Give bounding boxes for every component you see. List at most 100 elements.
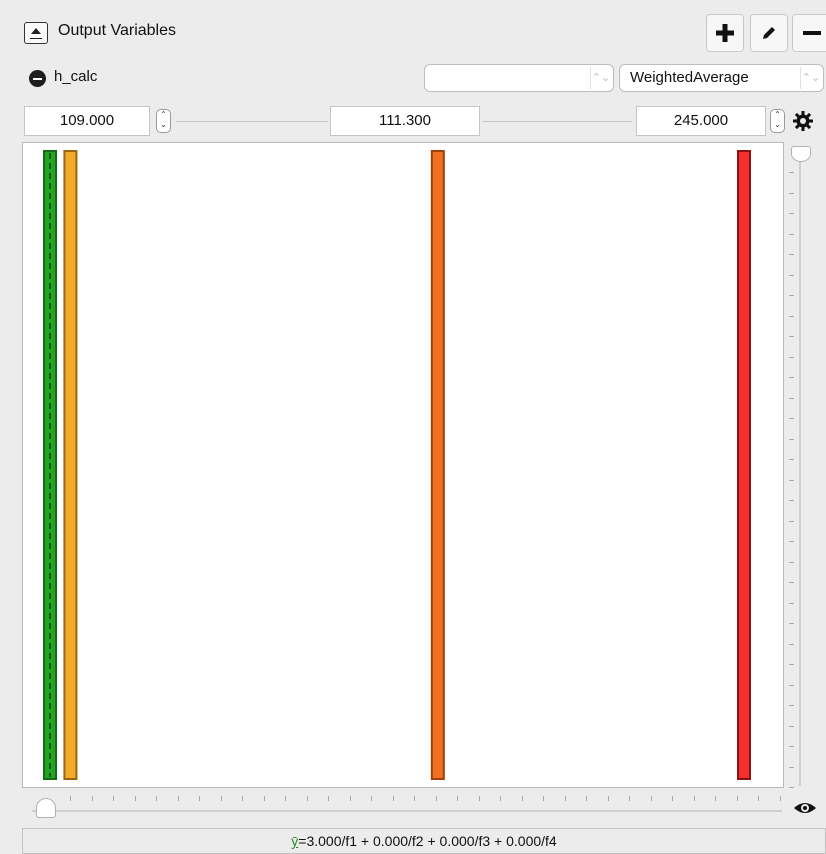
vertical-slider[interactable] — [786, 142, 816, 788]
vertical-slider-tick — [789, 356, 794, 358]
chevron-updown-icon: ⌃⌄ — [800, 67, 821, 89]
minus-icon — [803, 31, 821, 35]
vertical-slider-tick — [789, 602, 794, 604]
panel-title: Output Variables — [58, 22, 176, 39]
vertical-slider-tick — [789, 254, 794, 255]
plus-icon — [716, 24, 734, 42]
remove-button[interactable] — [792, 14, 826, 52]
horizontal-slider-tick — [156, 796, 157, 801]
horizontal-slider-tick — [564, 796, 566, 801]
horizontal-slider-tick — [220, 796, 222, 801]
remove-variable-icon[interactable] — [29, 70, 46, 87]
vertical-slider-tick — [789, 459, 794, 460]
eye-icon — [794, 803, 816, 813]
range-min-input[interactable]: 109.000 — [24, 106, 150, 136]
horizontal-slider-tick — [758, 796, 759, 801]
gear-icon — [793, 111, 813, 131]
vertical-slider-tick — [789, 787, 794, 788]
add-button[interactable] — [706, 14, 744, 52]
vertical-slider-tick — [789, 172, 794, 173]
term-bar-f4[interactable] — [737, 150, 751, 780]
panel-header: Output Variables — [0, 8, 826, 58]
vertical-slider-tick — [789, 582, 794, 583]
horizontal-slider-tick — [414, 796, 415, 801]
collapse-panel-icon[interactable] — [24, 22, 48, 44]
visibility-button[interactable] — [790, 795, 820, 821]
horizontal-slider-tick — [91, 796, 93, 801]
horizontal-slider-tick — [607, 796, 609, 801]
horizontal-slider-tick — [263, 796, 265, 801]
horizontal-slider-tick — [736, 796, 738, 801]
horizontal-slider-tick — [199, 796, 200, 801]
aggregation-select-value: WeightedAverage — [630, 69, 749, 86]
horizontal-slider-tick — [715, 796, 716, 801]
variable-row: h_calc ⌃⌄ WeightedAverage ⌃⌄ — [22, 62, 826, 94]
horizontal-slider-tick — [435, 796, 437, 801]
vertical-slider-tick — [789, 746, 794, 747]
range-line-right — [482, 121, 632, 122]
horizontal-slider-tick — [586, 796, 587, 801]
settings-button[interactable] — [790, 108, 816, 134]
vertical-slider-tick — [789, 377, 794, 378]
horizontal-slider-tick — [285, 796, 286, 801]
horizontal-slider-tick — [500, 796, 501, 801]
vertical-slider-thumb[interactable] — [791, 146, 811, 162]
vertical-slider-tick — [789, 705, 794, 706]
vertical-slider-tick — [789, 684, 794, 686]
horizontal-slider-tick — [349, 796, 351, 801]
vertical-slider-tick — [789, 397, 794, 399]
vertical-slider-tick — [789, 664, 794, 665]
range-min-stepper[interactable]: ⌃ ⌄ — [156, 109, 171, 133]
range-mid-input[interactable]: 111.300 — [330, 106, 480, 136]
horizontal-slider-tick — [478, 796, 480, 801]
horizontal-slider-thumb[interactable] — [36, 798, 56, 818]
horizontal-slider-tick — [177, 796, 179, 801]
pencil-icon — [763, 27, 775, 39]
range-max-stepper[interactable]: ⌃ ⌄ — [770, 109, 785, 133]
vertical-slider-tick — [789, 725, 794, 727]
edit-button[interactable] — [750, 14, 788, 52]
variable-select[interactable]: ⌃⌄ — [424, 64, 614, 92]
chevron-updown-icon: ⌃⌄ — [590, 67, 611, 89]
horizontal-slider-tick — [306, 796, 308, 801]
horizontal-slider-tick — [392, 796, 394, 801]
horizontal-slider-tick — [328, 796, 329, 801]
formula-bar: ȳ=3.000/f1 + 0.000/f2 + 0.000/f3 + 0.000… — [22, 828, 826, 854]
range-max-input[interactable]: 245.000 — [636, 106, 766, 136]
vertical-slider-tick — [789, 213, 794, 214]
term-bar-f3[interactable] — [430, 150, 445, 780]
term-chart — [43, 150, 751, 780]
horizontal-slider-tick — [779, 796, 781, 801]
horizontal-slider-tick — [134, 796, 136, 801]
horizontal-slider-tick — [457, 796, 458, 801]
horizontal-slider-tick — [371, 796, 372, 801]
vertical-slider-tick — [789, 643, 794, 645]
vertical-slider-tick — [789, 541, 794, 542]
vertical-slider-tick — [789, 295, 794, 296]
vertical-slider-track — [799, 150, 801, 786]
vertical-slider-tick — [789, 623, 794, 624]
horizontal-slider-tick — [521, 796, 523, 801]
horizontal-slider-track — [32, 810, 782, 812]
horizontal-slider-tick — [113, 796, 114, 801]
horizontal-slider[interactable] — [22, 790, 784, 824]
term-bar-f2[interactable] — [63, 150, 78, 780]
aggregation-select[interactable]: WeightedAverage ⌃⌄ — [619, 64, 824, 92]
variable-name: h_calc — [54, 68, 98, 85]
formula-text: =3.000/f1 + 0.000/f2 + 0.000/f3 + 0.000/… — [298, 833, 557, 849]
vertical-slider-tick — [789, 561, 794, 563]
vertical-slider-tick — [789, 336, 794, 337]
horizontal-slider-tick — [672, 796, 673, 801]
horizontal-slider-tick — [693, 796, 695, 801]
vertical-slider-tick — [789, 479, 794, 481]
output-plot[interactable] — [22, 142, 784, 788]
horizontal-slider-tick — [629, 796, 630, 801]
vertical-slider-tick — [789, 418, 794, 419]
vertical-slider-tick — [789, 766, 794, 768]
range-line-left — [176, 121, 328, 122]
vertical-slider-tick — [789, 315, 794, 317]
vertical-slider-tick — [789, 520, 794, 522]
vertical-slider-tick — [789, 274, 794, 276]
vertical-slider-tick — [789, 500, 794, 501]
horizontal-slider-tick — [650, 796, 652, 801]
